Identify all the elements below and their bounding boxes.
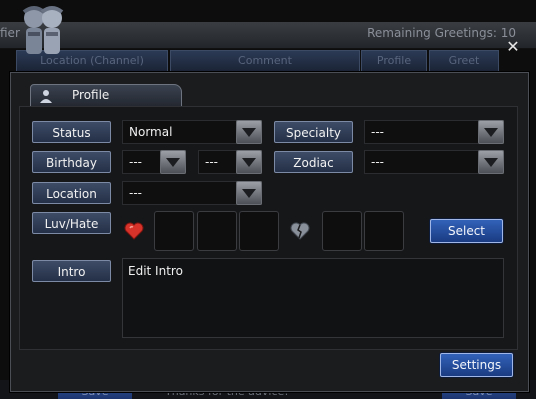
hate-slot-2[interactable] [364,211,404,251]
character-mascot-icon [22,6,64,54]
birthday-day-dropdown[interactable]: --- [198,150,262,174]
background-column-headers: Location (Channel) Comment Profile Greet [0,50,536,72]
status-value: Normal [129,125,173,139]
location-value: --- [129,186,142,200]
user-icon [40,90,52,103]
select-button[interactable]: Select [430,219,503,243]
broken-heart-icon [290,222,310,240]
settings-button[interactable]: Settings [440,353,513,377]
birthday-month-dropdown[interactable]: --- [122,150,186,174]
specialty-label: Specialty [274,121,353,143]
column-greet[interactable]: Greet [429,50,499,72]
chevron-down-icon[interactable] [236,120,262,144]
remaining-greetings: Remaining Greetings: 10 [367,26,516,40]
status-label: Status [32,121,111,143]
chevron-down-icon[interactable] [236,150,262,174]
specialty-value: --- [371,125,384,139]
intro-text: Edit Intro [128,264,183,278]
tab-profile[interactable]: Profile [30,84,182,108]
location-dropdown[interactable]: --- [122,181,262,205]
hate-slot-1[interactable] [322,211,362,251]
specialty-dropdown[interactable]: --- [364,120,504,144]
luv-slot-2[interactable] [197,211,237,251]
tab-profile-label: Profile [72,88,110,102]
luv-slot-3[interactable] [239,211,279,251]
column-comment[interactable]: Comment [170,50,360,72]
close-icon[interactable]: ✕ [504,38,522,56]
intro-label: Intro [32,260,111,282]
birthday-label: Birthday [32,151,111,173]
luv-slot-1[interactable] [154,211,194,251]
zodiac-label: Zodiac [274,151,353,173]
zodiac-dropdown[interactable]: --- [364,150,504,174]
column-profile[interactable]: Profile [361,50,427,72]
location-label: Location [32,182,111,204]
birthday-day-value: --- [205,155,218,169]
heart-icon [124,222,144,240]
status-dropdown[interactable]: Normal [122,120,262,144]
zodiac-value: --- [371,155,384,169]
birthday-month-value: --- [129,155,142,169]
background-title-bar: fier Remaining Greetings: 10 [0,22,536,49]
chevron-down-icon[interactable] [478,150,504,174]
luv-hate-label: Luv/Hate [32,212,111,234]
chevron-down-icon[interactable] [160,150,186,174]
chevron-down-icon[interactable] [236,181,262,205]
chevron-down-icon[interactable] [478,120,504,144]
intro-textbox[interactable]: Edit Intro [122,258,504,338]
